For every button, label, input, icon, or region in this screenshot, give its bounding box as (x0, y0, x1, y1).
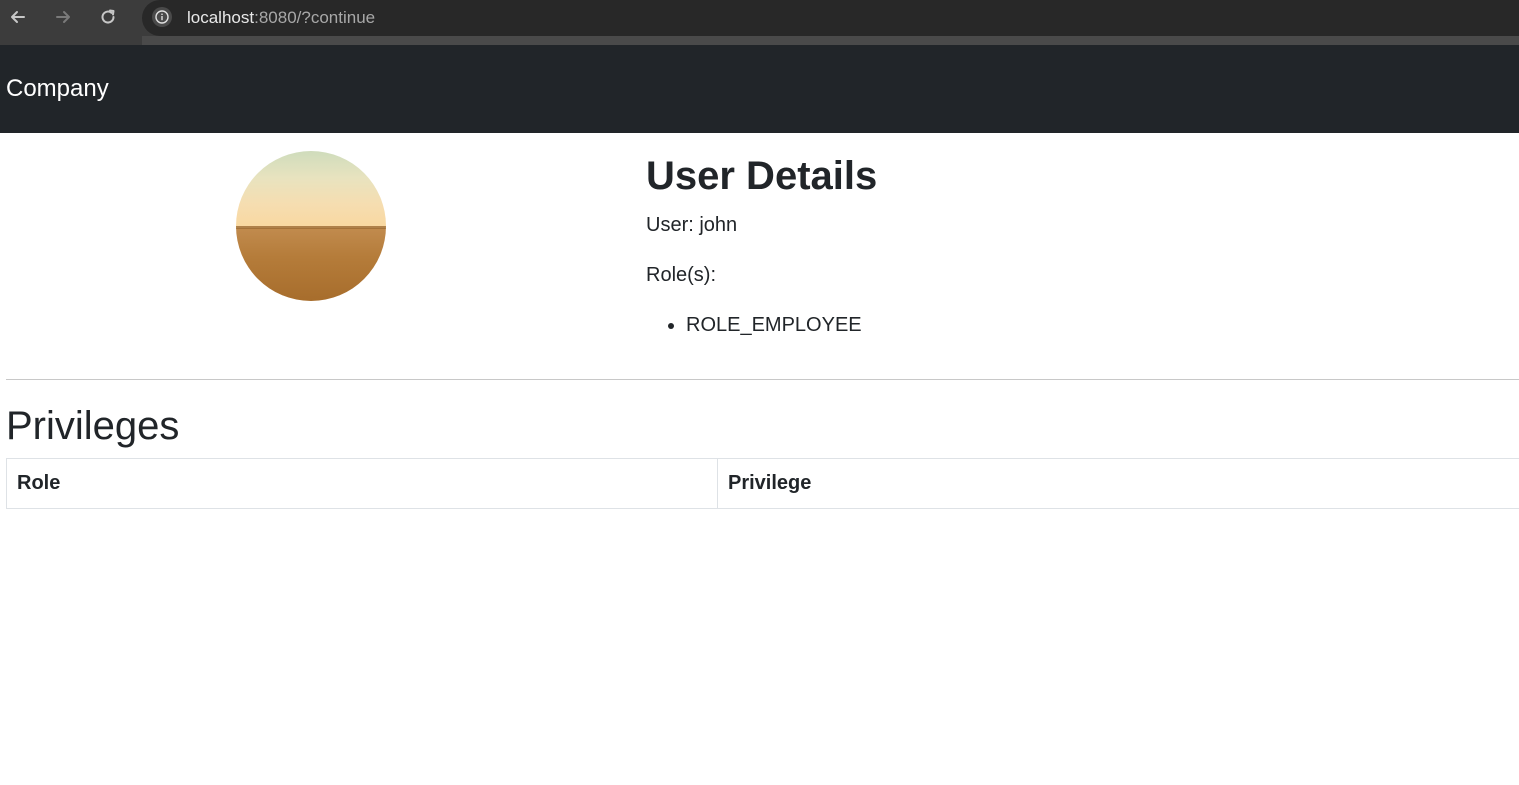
roles-list: ROLE_EMPLOYEE (646, 312, 862, 338)
user-avatar (236, 151, 386, 301)
user-name-line: User: john (646, 214, 738, 236)
column-header-role: Role (6, 458, 718, 509)
privileges-table: Role Privilege (6, 458, 1519, 509)
forward-button[interactable] (50, 4, 76, 30)
browser-toolbar: localhost:8080/?continue (0, 0, 1519, 45)
info-icon[interactable] (152, 7, 172, 27)
navbar: Company (0, 45, 1519, 133)
avatar-horizon (236, 226, 386, 229)
toolbar-strip (142, 36, 1519, 45)
avatar-ground (236, 228, 386, 301)
back-button[interactable] (5, 4, 31, 30)
column-header-privilege: Privilege (717, 458, 1519, 509)
reload-icon (101, 9, 115, 24)
role-item: ROLE_EMPLOYEE (686, 312, 862, 338)
privileges-title: Privileges (6, 404, 180, 448)
roles-label: Role(s): (646, 264, 717, 286)
avatar-sky (236, 151, 386, 228)
user-details-title: User Details (646, 154, 878, 198)
url-host: localhost (187, 8, 255, 27)
table-header-row: Role Privilege (6, 458, 1519, 509)
url-text[interactable]: localhost:8080/?continue (187, 8, 375, 28)
arrow-right-icon (56, 11, 70, 23)
navbar-brand[interactable]: Company (6, 75, 109, 103)
address-bar[interactable]: localhost:8080/?continue (142, 0, 1519, 36)
url-path: :8080/?continue (254, 8, 376, 27)
reload-button[interactable] (95, 4, 121, 30)
section-divider (6, 379, 1519, 380)
arrow-left-icon (11, 11, 25, 23)
